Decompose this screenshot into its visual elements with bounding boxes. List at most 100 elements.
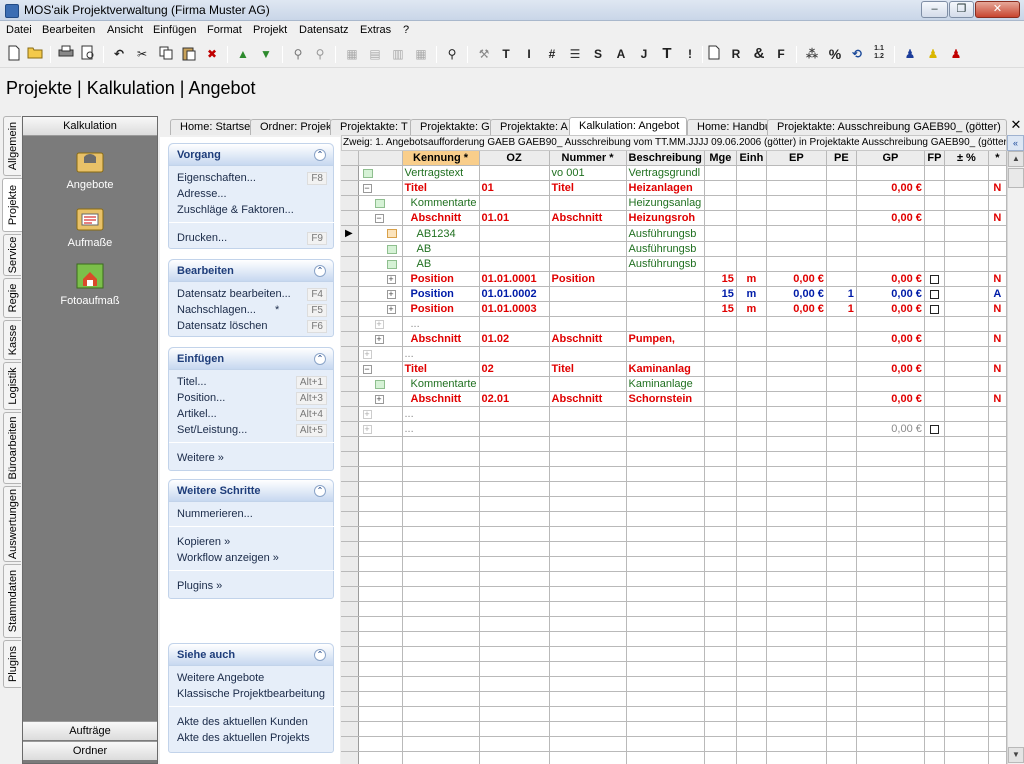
cell-nummer[interactable]: [549, 241, 627, 257]
cell-mark[interactable]: N: [988, 331, 1007, 347]
cell-einh[interactable]: [736, 751, 767, 764]
cell-pe[interactable]: [826, 646, 857, 662]
cell-mark[interactable]: [988, 601, 1007, 617]
tree-cell[interactable]: +: [358, 316, 403, 332]
cell-oz[interactable]: [479, 691, 550, 707]
menu-projekt[interactable]: Projekt: [253, 24, 287, 36]
expand-node-icon[interactable]: +: [386, 290, 396, 299]
insert-s-button[interactable]: S: [589, 45, 607, 63]
cell-mark[interactable]: [988, 511, 1007, 527]
cell-beschreibung[interactable]: [626, 481, 705, 497]
tree-cell[interactable]: [358, 195, 403, 211]
cell-oz[interactable]: [479, 195, 550, 211]
cell-ep[interactable]: [766, 165, 827, 181]
doc-tab[interactable]: Ordner: Projekte: [250, 119, 332, 135]
cell-ep[interactable]: [766, 225, 827, 242]
collapse-panel-icon[interactable]: «: [1007, 135, 1024, 151]
cell-kennung[interactable]: [402, 451, 480, 467]
table-row[interactable]: [341, 601, 1007, 617]
cell-pe[interactable]: [826, 691, 857, 707]
cell-pe[interactable]: [826, 346, 857, 362]
collapse-node-icon[interactable]: −: [362, 365, 372, 374]
menu-help[interactable]: ?: [403, 24, 409, 36]
cell-gp[interactable]: [856, 676, 925, 692]
cell-gp[interactable]: 0,00 €: [856, 361, 925, 377]
cell-mge[interactable]: [704, 421, 737, 437]
cell-ep[interactable]: [766, 376, 827, 392]
cell-beschreibung[interactable]: [626, 706, 705, 722]
cell-gp[interactable]: 0,00 €: [856, 286, 925, 302]
print-preview-icon[interactable]: [79, 45, 97, 63]
row-indicator[interactable]: [341, 316, 359, 332]
row-indicator[interactable]: [341, 406, 359, 422]
cell-pe[interactable]: [826, 721, 857, 737]
insert-j-button[interactable]: J: [635, 45, 653, 63]
cell-pe[interactable]: [826, 466, 857, 482]
cell-kennung[interactable]: [402, 691, 480, 707]
cell-mark[interactable]: [988, 556, 1007, 572]
cell-mark[interactable]: [988, 751, 1007, 764]
cell-oz[interactable]: [479, 165, 550, 181]
percent-button[interactable]: %: [826, 45, 844, 63]
cell-einh[interactable]: [736, 361, 767, 377]
doc-tab[interactable]: Home: Startseite: [170, 119, 252, 135]
row-indicator[interactable]: [341, 556, 359, 572]
cell-fp[interactable]: [924, 286, 945, 302]
col-gp[interactable]: GP: [856, 151, 925, 166]
cell-einh[interactable]: [736, 241, 767, 257]
tree-cell[interactable]: [358, 511, 403, 527]
table-row[interactable]: +...: [341, 346, 1007, 362]
cell-percent[interactable]: [944, 406, 989, 422]
row-indicator[interactable]: [341, 210, 359, 226]
task-workflow[interactable]: Workflow anzeigen »: [177, 552, 279, 564]
cell-pe[interactable]: [826, 706, 857, 722]
cell-einh[interactable]: [736, 631, 767, 647]
table-row[interactable]: [341, 541, 1007, 557]
tree-cell[interactable]: [358, 646, 403, 662]
cell-einh[interactable]: [736, 421, 767, 437]
tree-cell[interactable]: +: [358, 406, 403, 422]
cell-percent[interactable]: [944, 601, 989, 617]
cell-nummer[interactable]: Abschnitt: [549, 210, 627, 226]
cell-oz[interactable]: [479, 466, 550, 482]
cell-oz[interactable]: [479, 751, 550, 764]
table-row[interactable]: AB Ausführungsb: [341, 256, 1007, 272]
tools-icon[interactable]: ⚒: [475, 45, 493, 63]
cell-fp[interactable]: [924, 661, 945, 677]
table-row[interactable]: [341, 571, 1007, 587]
cell-mark[interactable]: [988, 676, 1007, 692]
find-next-icon[interactable]: ⚲: [311, 45, 329, 63]
row-indicator[interactable]: [341, 526, 359, 542]
doc-tab-active[interactable]: Kalkulation: Angebot: [569, 117, 687, 135]
cell-fp[interactable]: [924, 331, 945, 347]
cell-pe[interactable]: [826, 391, 857, 407]
cell-pe[interactable]: [826, 361, 857, 377]
cell-oz[interactable]: [479, 376, 550, 392]
tree-cell[interactable]: +: [358, 421, 403, 437]
cell-fp[interactable]: [924, 511, 945, 527]
cell-beschreibung[interactable]: [626, 421, 705, 437]
cell-beschreibung[interactable]: Ausführungsb: [626, 256, 705, 272]
cell-nummer[interactable]: [549, 661, 627, 677]
cell-pe[interactable]: [826, 511, 857, 527]
cell-nummer[interactable]: Abschnitt: [549, 331, 627, 347]
tab-auswertungen[interactable]: Auswertungen: [3, 486, 21, 562]
menu-format[interactable]: Format: [207, 24, 242, 36]
table-row[interactable]: + Abschnitt 01.02 Abschnitt Pumpen, 0,00 € N: [341, 331, 1007, 347]
cell-ep[interactable]: [766, 586, 827, 602]
cell-nummer[interactable]: [549, 586, 627, 602]
list-icon[interactable]: ☰: [566, 45, 584, 63]
insert-i-button[interactable]: I: [520, 45, 538, 63]
cell-mark[interactable]: [988, 451, 1007, 467]
cell-einh[interactable]: m: [736, 301, 767, 317]
cell-mge[interactable]: [704, 406, 737, 422]
cell-ep[interactable]: [766, 691, 827, 707]
cell-kennung[interactable]: AB: [402, 241, 480, 257]
task-titel[interactable]: Titel...: [177, 376, 207, 388]
tab-plugins[interactable]: Plugins: [3, 640, 21, 688]
cell-gp[interactable]: [856, 195, 925, 211]
cell-ep[interactable]: 0,00 €: [766, 271, 827, 287]
cell-mge[interactable]: [704, 706, 737, 722]
cell-mge[interactable]: [704, 165, 737, 181]
insert-f-button[interactable]: F: [772, 45, 790, 63]
